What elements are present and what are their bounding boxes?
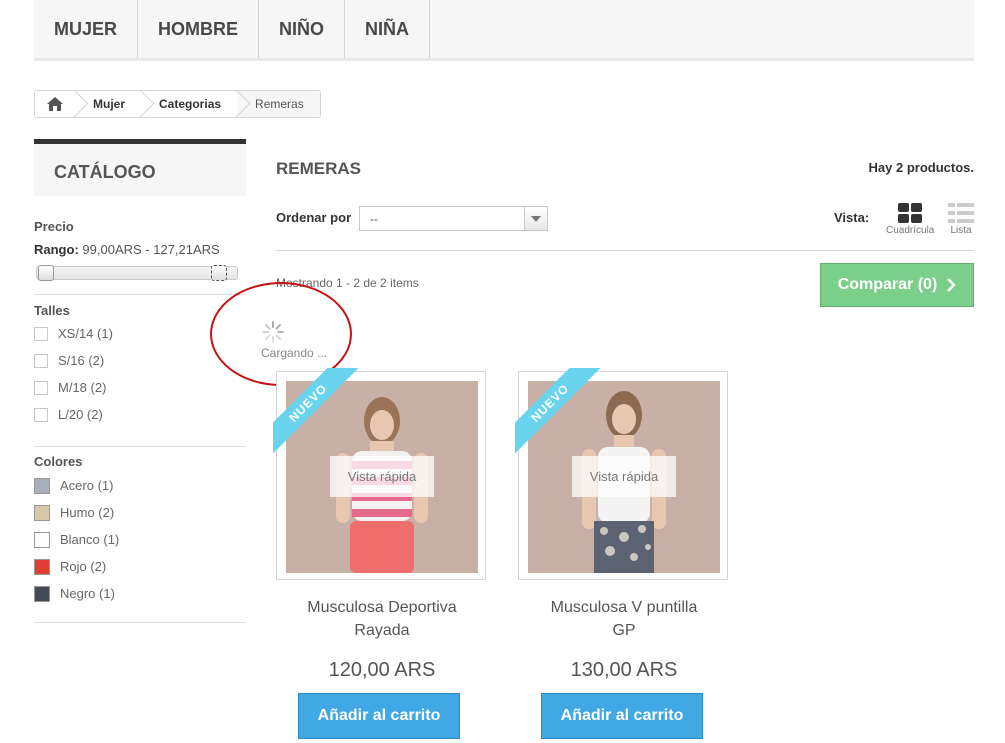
product-card[interactable]: Vista rápida NUEVO [515,368,728,580]
catalog-title: CATÁLOGO [54,162,156,182]
breadcrumb-item-remeras: Remeras [237,91,320,117]
compare-button-label: Comparar (0) [837,276,938,293]
top-nav: MUJER HOMBRE NIÑO NIÑA [34,0,974,61]
product-name-line: Musculosa Deportiva [307,599,457,616]
size-checkbox[interactable] [34,326,48,341]
sort-label: Ordenar por [276,210,352,225]
nav-item-nina[interactable]: NIÑA [345,0,431,58]
color-option[interactable]: Acero (1) [34,472,119,499]
nav-item-nino[interactable]: NIÑO [259,0,346,58]
add-to-cart-button[interactable]: Añadir al carrito [541,693,703,739]
content-divider [276,250,974,251]
color-option-label: Humo (2) [60,505,115,520]
quick-view-button[interactable]: Vista rápida [330,456,434,497]
new-badge-label: NUEVO [515,368,601,454]
new-badge-label: NUEVO [273,368,359,454]
sort-select-value: -- [370,211,378,226]
sizes-filter-label: Talles [34,303,70,318]
color-option[interactable]: Rojo (2) [34,553,119,580]
color-swatch[interactable] [34,477,50,494]
filter-divider [34,294,246,295]
price-filter-label: Precio [34,219,74,234]
color-option-label: Blanco (1) [60,532,120,547]
product-name-line: GP [612,622,636,639]
colors-filter-label: Colores [34,454,83,469]
size-checkbox[interactable] [34,380,48,395]
colors-list: Acero (1) Humo (2) Blanco (1) Rojo (2) N… [34,472,119,607]
size-checkbox[interactable] [34,407,48,422]
color-swatch[interactable] [34,558,50,575]
color-swatch[interactable] [34,585,50,602]
chevron-down-icon[interactable] [524,207,547,230]
view-list-label: Lista [950,225,972,236]
page-title: REMERAS [276,159,362,178]
breadcrumb: Mujer Categorias Remeras [34,90,321,118]
price-range-label: Rango: [34,242,79,257]
view-label: Vista: [834,210,870,225]
sizes-list: XS/14 (1) S/16 (2) M/18 (2) L/20 (2) [34,320,113,428]
size-option-label: S/16 (2) [58,353,105,368]
filter-divider [34,622,246,623]
new-badge: NUEVO [515,368,601,454]
size-option-label: XS/14 (1) [58,326,113,341]
product-count: Hay 2 productos. [868,160,974,175]
size-option[interactable]: S/16 (2) [34,347,113,374]
size-option-label: M/18 (2) [58,380,107,395]
catalog-block: CATÁLOGO [34,139,246,196]
nav-item-hombre[interactable]: HOMBRE [138,0,260,58]
color-option-label: Negro (1) [60,586,115,601]
chevron-right-icon [947,278,957,292]
price-range-value: 99,00ARS - 127,21ARS [82,242,220,257]
product-name[interactable]: Musculosa V puntilla GP [519,596,729,642]
compare-button[interactable]: Comparar (0) [820,263,974,307]
nav-item-mujer[interactable]: MUJER [34,0,139,58]
view-grid-button[interactable]: Cuadrícula [886,203,934,236]
view-list-button[interactable]: Lista [948,203,974,236]
product-name[interactable]: Musculosa Deportiva Rayada [277,596,487,642]
quick-view-button[interactable]: Vista rápida [572,456,676,497]
product-price: 120,00 ARS [328,659,436,681]
size-option[interactable]: M/18 (2) [34,374,113,401]
product-card[interactable]: Vista rápida NUEVO [273,368,486,580]
product-name-line: Rayada [354,622,410,639]
color-swatch[interactable] [34,504,50,521]
color-option[interactable]: Blanco (1) [34,526,119,553]
product-price: 130,00 ARS [570,659,678,681]
add-to-cart-button[interactable]: Añadir al carrito [298,693,460,739]
size-checkbox[interactable] [34,353,48,368]
price-slider[interactable] [36,265,238,281]
size-option[interactable]: L/20 (2) [34,401,113,428]
price-slider-min-handle[interactable] [38,265,54,281]
color-option[interactable]: Negro (1) [34,580,119,607]
product-name-line: Musculosa V puntilla [550,599,698,616]
view-grid-label: Cuadrícula [886,225,935,236]
color-option-label: Acero (1) [60,478,114,493]
size-option-label: L/20 (2) [58,407,103,422]
price-range: Rango: 99,00ARS - 127,21ARS [34,242,220,257]
filter-divider [34,446,246,447]
new-badge: NUEVO [273,368,359,454]
price-slider-max-handle[interactable] [211,265,227,281]
color-swatch[interactable] [34,531,50,548]
sort-select[interactable]: -- [359,206,548,231]
color-option[interactable]: Humo (2) [34,499,119,526]
size-option[interactable]: XS/14 (1) [34,320,113,347]
list-icon [948,203,974,223]
color-option-label: Rojo (2) [60,559,107,574]
grid-icon [898,203,923,223]
